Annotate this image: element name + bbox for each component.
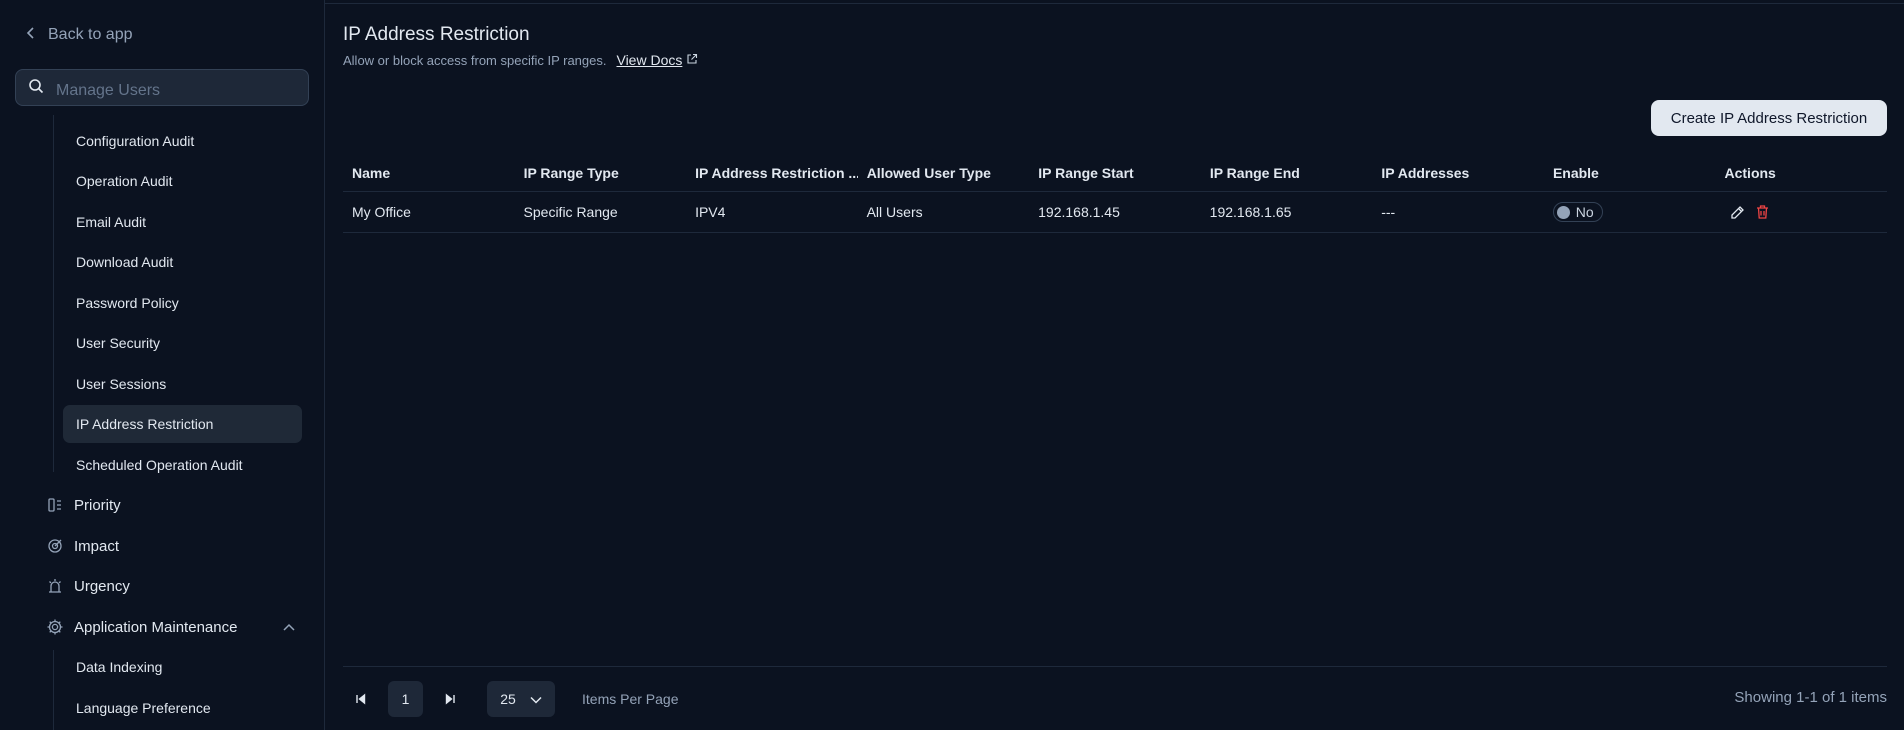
sidebar: Back to app Configuration Audit Operatio…: [0, 0, 325, 730]
docs-label: View Docs: [616, 52, 683, 68]
search-input[interactable]: [56, 81, 296, 100]
first-page-icon[interactable]: [350, 681, 372, 717]
page-size-value: 25: [500, 691, 516, 707]
items-per-page-label: Items Per Page: [582, 691, 679, 707]
subtitle-text: Allow or block access from specific IP r…: [343, 52, 607, 68]
table-header: Name IP Range Type IP Address Restrictio…: [343, 154, 1887, 192]
sidebar-item-impact[interactable]: Impact: [46, 527, 296, 565]
sidebar-item-scheduled-operation-audit[interactable]: Scheduled Operation Audit: [63, 446, 302, 484]
sidebar-item-label: Urgency: [74, 577, 130, 595]
column-header-ip-range-end[interactable]: IP Range End: [1201, 154, 1373, 191]
chevron-left-icon: [26, 26, 36, 44]
create-ip-restriction-button[interactable]: Create IP Address Restriction: [1651, 100, 1887, 136]
column-header-ip-range-type[interactable]: IP Range Type: [515, 154, 687, 191]
sidebar-item-label: Impact: [74, 537, 120, 555]
main-content: IP Address Restriction Allow or block ac…: [326, 0, 1904, 730]
delete-icon[interactable]: [1755, 204, 1770, 220]
table-row[interactable]: My Office Specific Range IPV4 All Users …: [343, 192, 1887, 233]
sidebar-item-urgency[interactable]: Urgency: [46, 567, 296, 605]
sidebar-item-operation-audit[interactable]: Operation Audit: [63, 162, 302, 200]
alarm-icon: [46, 577, 64, 595]
cell-user-type: All Users: [866, 204, 923, 220]
cell-addresses: ---: [1381, 204, 1396, 220]
cell-name: My Office: [352, 204, 411, 220]
pagination-divider: [343, 666, 1887, 667]
sidebar-item-language-preference[interactable]: Language Preference: [63, 689, 302, 727]
page-subtitle: Allow or block access from specific IP r…: [343, 52, 698, 68]
cell-range-end: 192.168.1.65: [1209, 204, 1292, 220]
sidebar-item-download-audit[interactable]: Download Audit: [63, 243, 302, 281]
sidebar-item-configuration-audit[interactable]: Configuration Audit: [63, 122, 302, 160]
cell-actions: [1715, 192, 1887, 232]
enable-toggle[interactable]: No: [1552, 202, 1603, 222]
chevron-up-icon[interactable]: [282, 619, 296, 636]
chevron-down-icon: [530, 691, 542, 707]
cell-restriction: IPV4: [695, 204, 726, 220]
sidebar-item-label: Priority: [74, 496, 121, 514]
sidebar-item-password-policy[interactable]: Password Policy: [63, 284, 302, 322]
target-icon: [46, 537, 64, 555]
search-icon: [28, 78, 44, 97]
column-header-actions: Actions: [1724, 164, 1776, 181]
cell-range-type: Specific Range: [523, 204, 618, 220]
sidebar-item-user-sessions[interactable]: User Sessions: [63, 365, 302, 403]
tree-line: [53, 650, 54, 730]
cell-enable: No: [1544, 192, 1716, 232]
sidebar-item-ip-address-restriction[interactable]: IP Address Restriction: [63, 405, 302, 443]
sidebar-item-application-maintenance[interactable]: Application Maintenance: [46, 608, 296, 646]
view-docs-link[interactable]: View Docs: [616, 52, 698, 68]
back-to-app-link[interactable]: Back to app: [26, 22, 133, 48]
column-header-ip-range-start[interactable]: IP Range Start: [1029, 154, 1201, 191]
ip-restriction-table: Name IP Range Type IP Address Restrictio…: [343, 154, 1887, 233]
sidebar-item-priority[interactable]: Priority: [46, 486, 296, 524]
sidebar-item-label: Application Maintenance: [74, 618, 238, 636]
page-size-select[interactable]: 25: [487, 681, 555, 717]
last-page-icon[interactable]: [439, 681, 461, 717]
edit-icon[interactable]: [1730, 205, 1745, 220]
tree-line: [53, 115, 54, 472]
column-header-enable[interactable]: Enable: [1544, 154, 1716, 191]
back-label: Back to app: [48, 26, 133, 43]
showing-count: Showing 1-1 of 1 items: [1734, 689, 1887, 706]
sidebar-item-data-indexing[interactable]: Data Indexing: [63, 648, 302, 686]
gear-icon: [46, 618, 64, 636]
toggle-knob: [1556, 205, 1570, 219]
column-header-ip-addresses[interactable]: IP Addresses: [1372, 154, 1544, 191]
cell-range-start: 192.168.1.45: [1038, 204, 1120, 220]
column-header-ip-restriction[interactable]: IP Address Restriction ...: [686, 154, 858, 191]
sidebar-item-email-audit[interactable]: Email Audit: [63, 203, 302, 241]
external-link-icon: [686, 52, 698, 68]
column-header-name[interactable]: Name: [343, 154, 515, 191]
priority-icon: [46, 496, 64, 514]
sidebar-item-user-security[interactable]: User Security: [63, 324, 302, 362]
page-title: IP Address Restriction: [343, 24, 530, 45]
sidebar-search: [15, 69, 309, 106]
toggle-label: No: [1575, 204, 1594, 220]
column-header-allowed-user-type[interactable]: Allowed User Type: [858, 154, 1030, 191]
page-number-button[interactable]: 1: [388, 681, 423, 717]
